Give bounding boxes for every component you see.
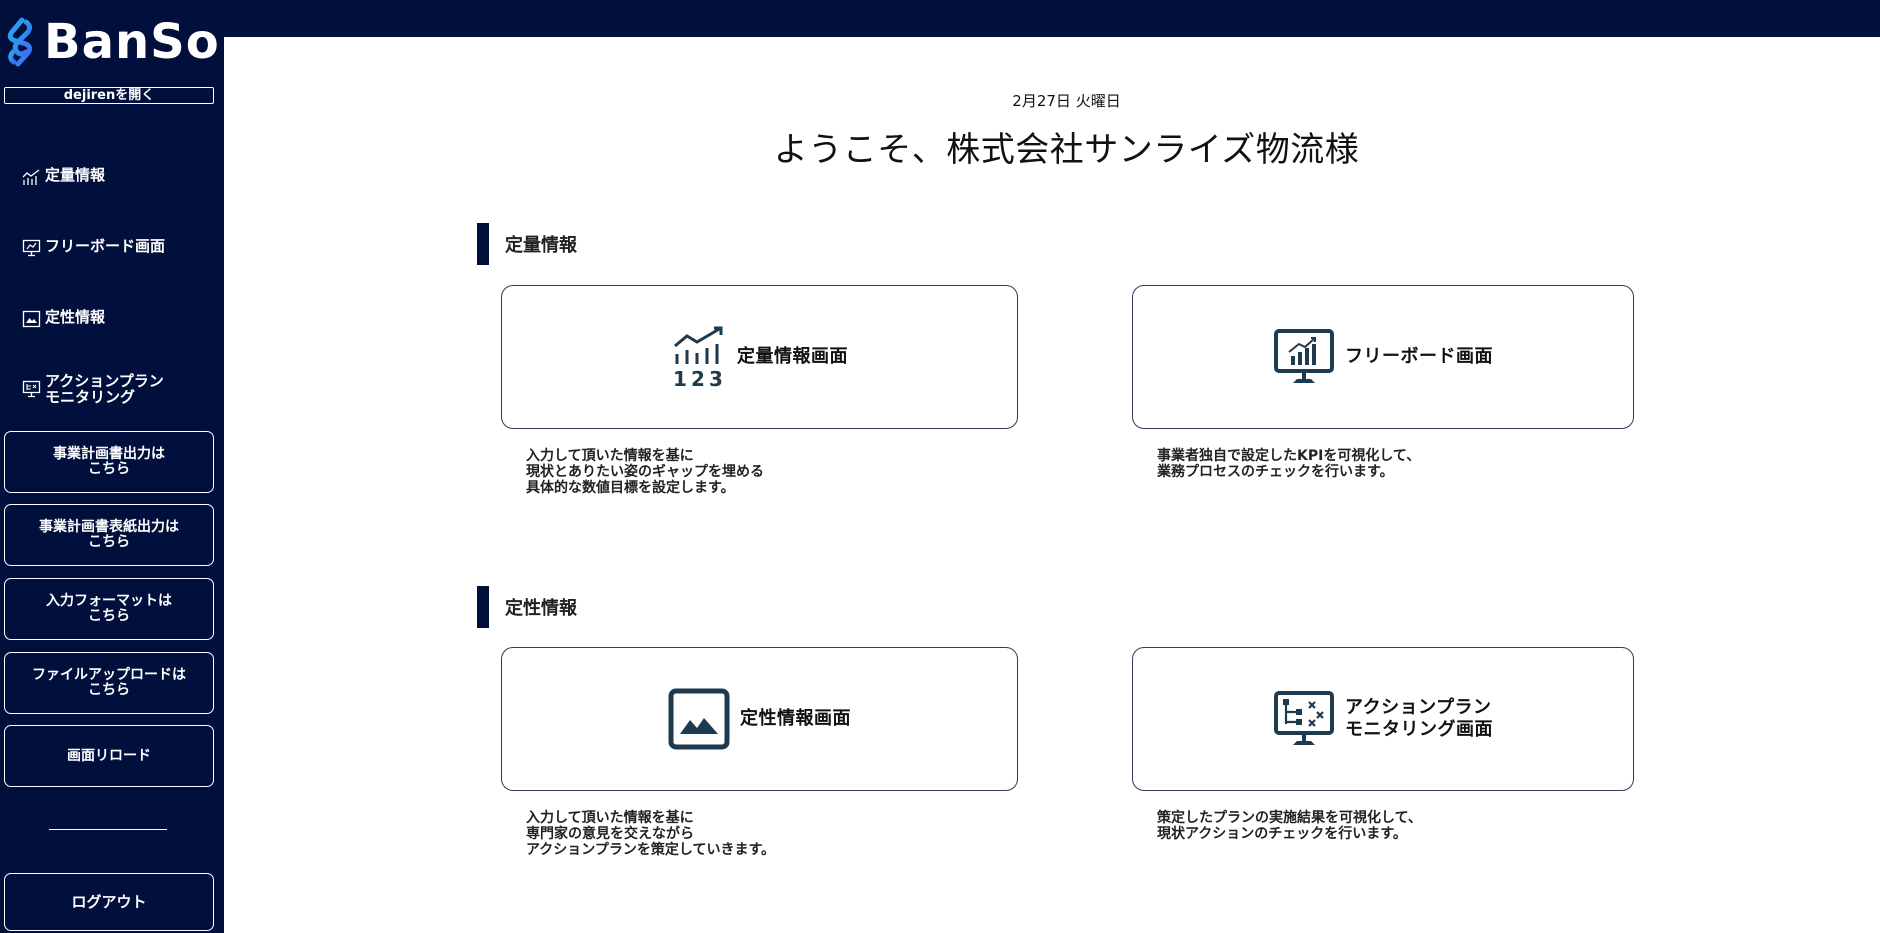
- section-qualitative: 定性情報: [477, 586, 577, 628]
- business-plan-output-button[interactable]: 事業計画書出力は こちら: [4, 431, 214, 493]
- flowchart-icon: [22, 380, 41, 398]
- file-upload-button[interactable]: ファイルアップロードは こちら: [4, 652, 214, 714]
- card-description: 策定したプランの実施結果を可視化して、 現状アクションのチェックを行います。: [1157, 810, 1422, 842]
- freeboard-screen-card[interactable]: フリーボード画面: [1132, 285, 1634, 429]
- business-plan-cover-output-button[interactable]: 事業計画書表紙出力は こちら: [4, 504, 214, 566]
- monitor-flowchart-icon: [1274, 691, 1334, 745]
- monitor-chart-icon: [1274, 329, 1334, 383]
- card-label: 定性情報画面: [740, 708, 851, 729]
- image-icon: [668, 688, 730, 750]
- sidebar-item-label: 定性情報: [45, 308, 106, 326]
- section-marker: [477, 223, 489, 265]
- sidebar-item-qualitative[interactable]: 定性情報: [22, 309, 105, 328]
- kpi-chart-icon: 1 2 3: [673, 326, 723, 388]
- logo-text: BanSo: [44, 14, 220, 70]
- card-description: 事業者独自で設定したKPIを可視化して、 業務プロセスのチェックを行います。: [1157, 448, 1421, 480]
- monitor-icon: [22, 239, 41, 257]
- sidebar-item-freeboard[interactable]: フリーボード画面: [22, 238, 165, 257]
- page-title: ようこそ、株式会社サンライズ物流様: [773, 130, 1360, 170]
- banso-logo-icon: [7, 17, 33, 67]
- card-label: アクションプラン モニタリング画面: [1345, 697, 1493, 740]
- section-title: 定量情報: [505, 235, 577, 256]
- current-date: 2月27日 火曜日: [1012, 92, 1121, 110]
- action-plan-monitoring-card[interactable]: アクションプラン モニタリング画面: [1132, 647, 1634, 791]
- sidebar-item-action-plan[interactable]: アクションプラン モニタリング: [22, 373, 164, 405]
- sidebar-item-label: アクションプラン モニタリング: [45, 372, 164, 406]
- section-quantitative: 定量情報: [477, 223, 577, 265]
- input-format-button[interactable]: 入力フォーマットは こちら: [4, 578, 214, 640]
- logout-button[interactable]: ログアウト: [4, 873, 214, 931]
- reload-button[interactable]: 画面リロード: [4, 725, 214, 787]
- card-description: 入力して頂いた情報を基に 現状とありたい姿のギャップを埋める 具体的な数値目標を…: [526, 448, 764, 496]
- section-marker: [477, 586, 489, 628]
- svg-text:3: 3: [709, 367, 723, 388]
- card-label: フリーボード画面: [1345, 346, 1493, 367]
- image-icon: [22, 310, 41, 328]
- section-title: 定性情報: [505, 598, 577, 619]
- sidebar-item-label: フリーボード画面: [45, 237, 166, 255]
- svg-text:2: 2: [691, 367, 705, 388]
- qualitative-screen-card[interactable]: 定性情報画面: [501, 647, 1018, 791]
- sidebar-divider: [49, 829, 167, 830]
- card-description: 入力して頂いた情報を基に 専門家の意見を交えながら アクションプランを策定してい…: [526, 810, 776, 858]
- svg-text:1: 1: [673, 367, 687, 388]
- top-header-bar: [0, 0, 1880, 37]
- quantitative-screen-card[interactable]: 1 2 3 定量情報画面: [501, 285, 1018, 429]
- banso-logo[interactable]: BanSo: [4, 12, 220, 72]
- card-label: 定量情報画面: [737, 346, 848, 367]
